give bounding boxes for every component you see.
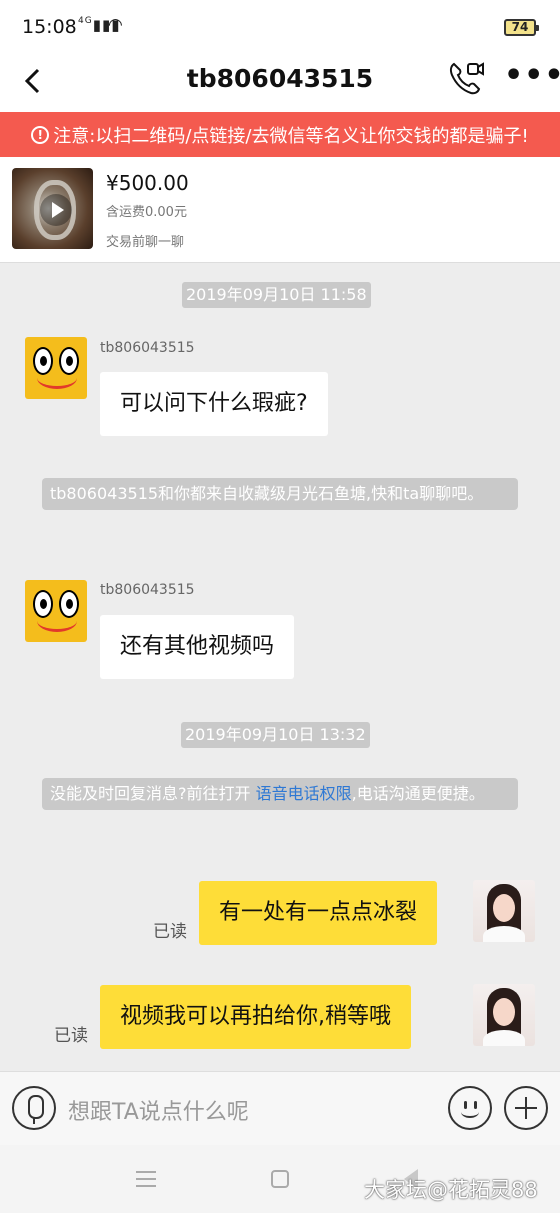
product-note: 交易前聊一聊: [106, 235, 185, 250]
product-price: ¥500.00: [106, 171, 189, 195]
product-shipping: 含运费0.00元: [106, 205, 187, 220]
product-card[interactable]: ¥500.00 含运费0.00元 交易前聊一聊: [0, 157, 560, 263]
emoji-smile: [461, 1106, 479, 1118]
my-avatar[interactable]: [473, 984, 535, 1046]
avatar-face: [493, 998, 515, 1026]
more-options-icon[interactable]: •••: [504, 61, 560, 94]
avatar[interactable]: [25, 580, 87, 642]
battery-icon: 74: [504, 19, 539, 36]
message-bubble-outgoing[interactable]: 视频我可以再拍给你,稍等哦: [100, 985, 411, 1049]
voice-permission-link[interactable]: 语音电话权限: [256, 784, 352, 803]
sender-name: tb806043515: [100, 340, 195, 356]
message-bubble-incoming[interactable]: 可以问下什么瑕疵?: [100, 372, 328, 436]
signal-label: 4G: [78, 16, 93, 26]
system-text: 没能及时回复消息?前往打开: [50, 784, 256, 803]
watermark: 大家坛@花拓灵88: [364, 1178, 538, 1202]
message-bubble-outgoing[interactable]: 有一处有一点点冰裂: [199, 881, 438, 945]
chat-timestamp: 2019年09月10日 11:58: [182, 282, 371, 308]
menu-icon[interactable]: [136, 1171, 156, 1187]
warning-text: 注意:以扫二维码/点链接/去微信等名义让你交钱的都是骗子!: [53, 125, 529, 147]
message-input-bar: 想跟TA说点什么呢: [0, 1071, 560, 1145]
read-status: 已读: [153, 922, 187, 942]
avatar-mouth: [37, 367, 77, 389]
microphone-icon[interactable]: [12, 1086, 56, 1130]
status-bar: 15:08 4G▮▮▮ ◠ 74: [0, 0, 560, 52]
video-call-icon[interactable]: [446, 58, 486, 98]
system-text: ,电话沟通更便捷。: [351, 784, 485, 803]
avatar-mouth: [37, 610, 77, 632]
plus-icon[interactable]: [504, 1086, 548, 1130]
avatar[interactable]: [25, 337, 87, 399]
sender-name: tb806043515: [100, 582, 195, 598]
message-bubble-incoming[interactable]: 还有其他视频吗: [100, 615, 295, 679]
emoji-icon[interactable]: [448, 1086, 492, 1130]
system-message: tb806043515和你都来自收藏级月光石鱼塘,快和ta聊聊吧。: [42, 478, 518, 510]
wifi-icon: ◠: [108, 15, 123, 35]
play-icon[interactable]: [40, 194, 72, 226]
warning-icon: !: [31, 125, 50, 144]
status-time: 15:08: [22, 16, 77, 38]
product-thumbnail[interactable]: [12, 168, 93, 249]
read-status: 已读: [54, 1026, 88, 1046]
system-message: 没能及时回复消息?前往打开 语音电话权限,电话沟通更便捷。: [42, 778, 518, 810]
message-input[interactable]: 想跟TA说点什么呢: [68, 1094, 249, 1126]
my-avatar[interactable]: [473, 880, 535, 942]
avatar-body: [483, 926, 525, 942]
avatar-face: [493, 894, 515, 922]
scam-warning-banner: ! 注意:以扫二维码/点链接/去微信等名义让你交钱的都是骗子!: [0, 112, 560, 157]
chat-header: tb806043515 •••: [0, 52, 560, 112]
avatar-body: [483, 1030, 525, 1046]
chat-timestamp: 2019年09月10日 13:32: [181, 722, 370, 748]
home-icon[interactable]: [271, 1170, 289, 1188]
